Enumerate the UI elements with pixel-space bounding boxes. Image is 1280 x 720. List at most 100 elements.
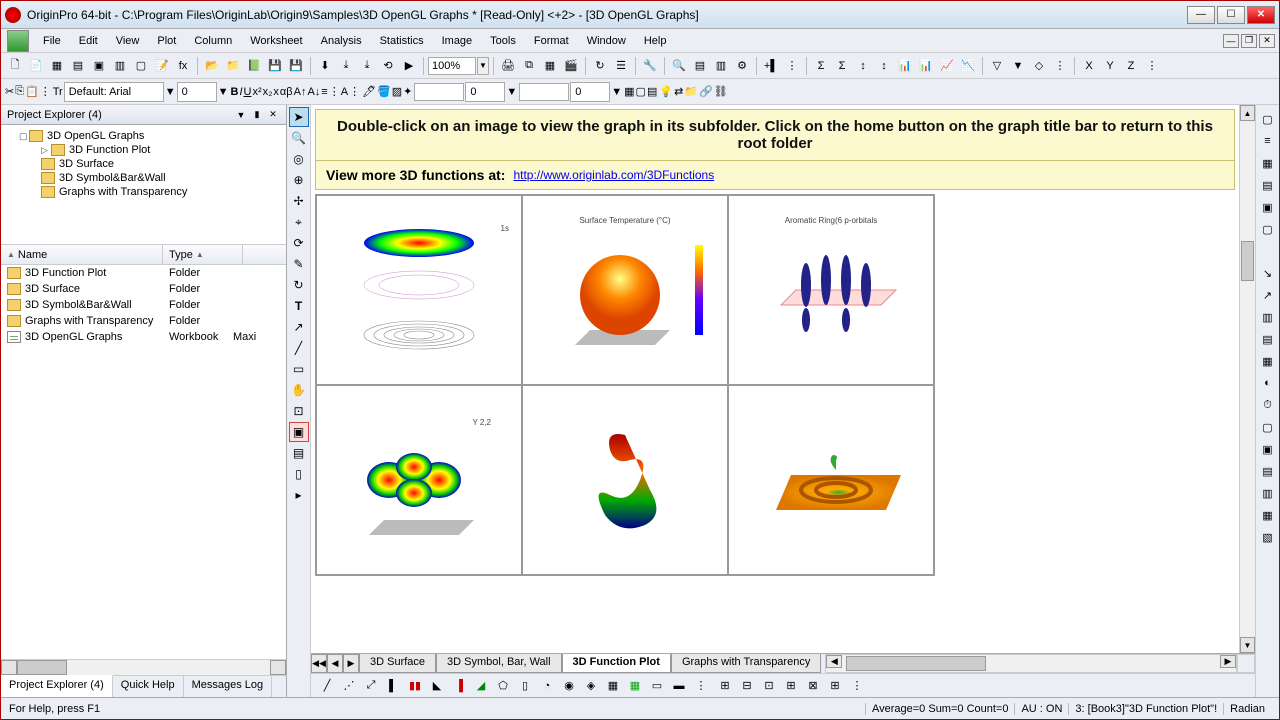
results-log-button[interactable]: ▤: [690, 56, 710, 76]
contour-button[interactable]: ◉: [559, 676, 579, 696]
pattern-button[interactable]: ▨: [392, 85, 402, 98]
new-workbook-button[interactable]: ▦: [47, 56, 67, 76]
tab-quick-help[interactable]: Quick Help: [113, 676, 184, 697]
new-graph-button[interactable]: ▣: [89, 56, 109, 76]
bold-button[interactable]: B: [231, 86, 239, 98]
area-plot-button[interactable]: ◣: [427, 676, 447, 696]
layout2-button[interactable]: ⊟: [737, 676, 757, 696]
chart-button[interactable]: 📊: [895, 56, 915, 76]
sheet-tab[interactable]: 3D Surface: [359, 654, 436, 673]
3d-button[interactable]: ◈: [581, 676, 601, 696]
pie-chart-button[interactable]: ◔: [537, 676, 557, 696]
menu-statistics[interactable]: Statistics: [372, 32, 432, 50]
layout1-button[interactable]: ⊞: [715, 676, 735, 696]
speed-button[interactable]: ⏱: [1258, 395, 1278, 415]
add-layer5-button[interactable]: ▦: [1258, 505, 1278, 525]
line-color-button[interactable]: 🖊: [362, 85, 376, 98]
transfer-button[interactable]: ⇄: [674, 85, 683, 98]
tree-item[interactable]: Graphs with Transparency: [5, 185, 282, 199]
align-left-button[interactable]: ≡: [321, 86, 327, 98]
x-button[interactable]: X: [1079, 56, 1099, 76]
maximize-button[interactable]: ☐: [1217, 6, 1245, 24]
insert-wks-tool[interactable]: ▤: [289, 443, 309, 463]
more-button[interactable]: ⋮: [782, 56, 802, 76]
layout4-button[interactable]: ⊞: [781, 676, 801, 696]
new-notes-button[interactable]: 📝: [152, 56, 172, 76]
light-button[interactable]: ✦: [403, 85, 412, 98]
superscript-button[interactable]: x²: [252, 86, 261, 98]
gear-icon[interactable]: ⚙: [732, 56, 752, 76]
menu-window[interactable]: Window: [579, 32, 634, 50]
scroll-down-button[interactable]: ▼: [1240, 637, 1255, 653]
italic-button[interactable]: I: [239, 86, 242, 98]
layout6-button[interactable]: ⊞: [825, 676, 845, 696]
cut-button[interactable]: ✂: [5, 85, 14, 98]
align-more-button[interactable]: ⋮: [329, 85, 340, 98]
line-width-input[interactable]: 0: [465, 82, 505, 102]
sheet-h-scrollbar[interactable]: ◀ ▶: [825, 654, 1237, 673]
video-button[interactable]: 🎬: [561, 56, 581, 76]
rotate-tool[interactable]: ↻: [289, 275, 309, 295]
mask2-button[interactable]: ▼: [1008, 56, 1028, 76]
new-layout-button[interactable]: ▢: [131, 56, 151, 76]
arrow-tool[interactable]: ↗: [289, 317, 309, 337]
banner-link[interactable]: http://www.originlab.com/3DFunctions: [513, 168, 714, 182]
mask3-button[interactable]: ◇: [1029, 56, 1049, 76]
hand-tool[interactable]: ✋: [289, 380, 309, 400]
rect-tool[interactable]: ▭: [289, 359, 309, 379]
expand-icon[interactable]: ▷: [41, 145, 51, 156]
front-button[interactable]: ▣: [1258, 197, 1278, 217]
pointer-tool[interactable]: ➤: [289, 107, 309, 127]
polygon-button[interactable]: ⬠: [493, 676, 513, 696]
sort-button[interactable]: ↕: [853, 56, 873, 76]
ungroup-button[interactable]: ▤: [1258, 175, 1278, 195]
template-button[interactable]: ▭: [647, 676, 667, 696]
xyz-more-button[interactable]: ⋮: [1142, 56, 1162, 76]
fill-color-button[interactable]: 🪣: [377, 85, 391, 98]
graph-thumbnail[interactable]: Aromatic Ring(6 p-orbitals: [728, 195, 934, 385]
chart3-button[interactable]: 📈: [937, 56, 957, 76]
layout-more-button[interactable]: ⋮: [847, 676, 867, 696]
tree-item[interactable]: 3D Symbol&Bar&Wall: [5, 171, 282, 185]
list-item[interactable]: 3D Function Plot Folder: [1, 265, 286, 281]
code-builder-button[interactable]: 🔧: [640, 56, 660, 76]
graph-thumbnail[interactable]: 1s: [316, 195, 522, 385]
add-layer6-button[interactable]: ▧: [1258, 527, 1278, 547]
hscroll-thumb[interactable]: [846, 656, 986, 671]
group-button[interactable]: ▦: [1258, 153, 1278, 173]
mdi-minimize-button[interactable]: —: [1223, 34, 1239, 48]
menu-help[interactable]: Help: [636, 32, 675, 50]
sheet-tab[interactable]: 3D Symbol, Bar, Wall: [436, 654, 562, 673]
unlink-button[interactable]: ⛓: [714, 85, 728, 98]
menu-plot[interactable]: Plot: [149, 32, 184, 50]
line-width-dropdown[interactable]: ▼: [506, 86, 517, 98]
command-window-button[interactable]: ▥: [711, 56, 731, 76]
print-button[interactable]: 🖨: [498, 56, 518, 76]
draw-data-tool[interactable]: ✎: [289, 254, 309, 274]
mask-more-button[interactable]: ⋮: [1050, 56, 1070, 76]
lamp-icon[interactable]: 💡: [659, 85, 673, 98]
save-template-button[interactable]: 💾: [286, 56, 306, 76]
refresh-button[interactable]: ↻: [590, 56, 610, 76]
col-name-header[interactable]: ▲ Name: [1, 245, 163, 264]
pe-dropdown-button[interactable]: ▼: [234, 108, 248, 122]
pe-h-scrollbar[interactable]: [1, 659, 286, 675]
reader-tool[interactable]: ◎: [289, 149, 309, 169]
recalc-button[interactable]: ▶: [399, 56, 419, 76]
line-plot-button[interactable]: ╱: [317, 676, 337, 696]
scale-out-button[interactable]: ↗: [1258, 285, 1278, 305]
font-size-input[interactable]: 0: [177, 82, 217, 102]
merge-button[interactable]: ▦: [1258, 351, 1278, 371]
mask-tool[interactable]: ⌖: [289, 212, 309, 232]
tab-messages-log[interactable]: Messages Log: [184, 676, 273, 697]
chart4-button[interactable]: 📉: [958, 56, 978, 76]
copy-button[interactable]: ⎘: [15, 85, 24, 98]
grid-button[interactable]: ▦: [624, 85, 634, 98]
tab-prev-button[interactable]: ◀: [327, 654, 343, 673]
scroll-up-button[interactable]: ▲: [1240, 105, 1255, 121]
list-item[interactable]: 3D Symbol&Bar&Wall Folder: [1, 297, 286, 313]
view-mode-button[interactable]: ☰: [611, 56, 631, 76]
layer-button[interactable]: ▢: [636, 85, 646, 98]
project-explorer-button[interactable]: 🔍: [669, 56, 689, 76]
stack-button[interactable]: ▐: [449, 676, 469, 696]
